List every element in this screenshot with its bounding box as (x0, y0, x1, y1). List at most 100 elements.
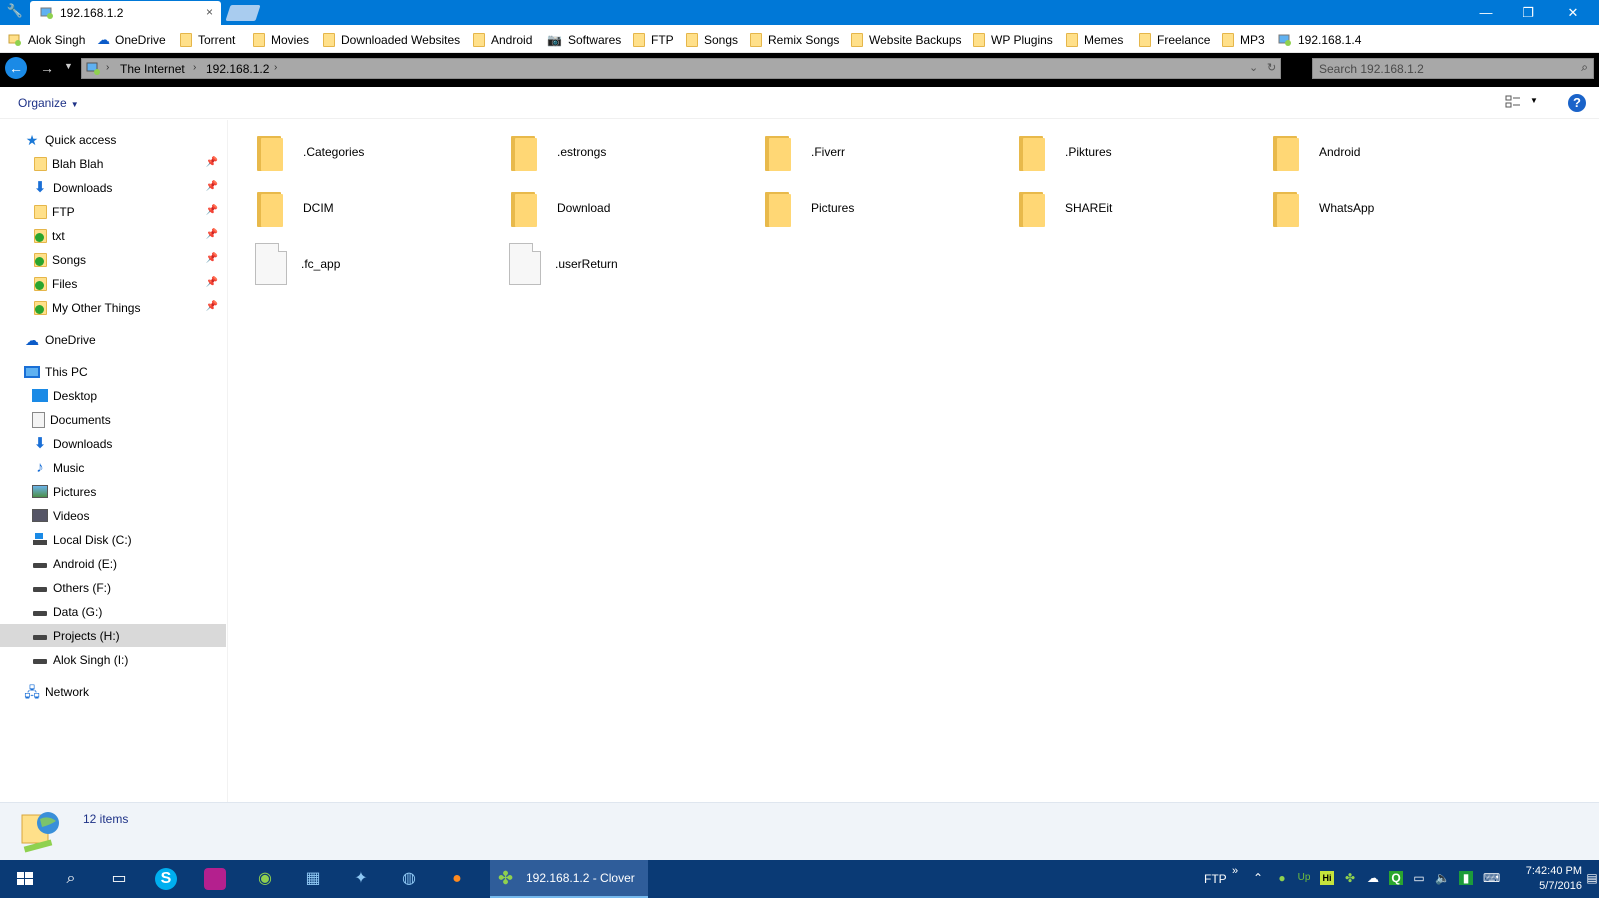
close-button[interactable]: ✕ (1550, 0, 1596, 25)
skype-icon[interactable]: S (155, 868, 177, 890)
nav-pc-item[interactable]: ♪ Music (0, 456, 226, 479)
globe-network-icon[interactable]: ◍ (396, 866, 422, 892)
nav-pc-item[interactable]: Android (E:) (0, 552, 226, 575)
tray-chevron-icon[interactable]: » (1232, 865, 1238, 877)
wrench-menu-icon[interactable]: 🔧 (4, 3, 26, 23)
folder-item[interactable]: Download (509, 184, 754, 232)
android-studio-icon[interactable]: ◉ (252, 866, 278, 892)
tray-ftp-label[interactable]: FTP (1204, 872, 1227, 886)
bookmark-freelance[interactable]: Freelance (1139, 31, 1210, 49)
bookmark-downloaded-websites[interactable]: Downloaded Websites (323, 31, 460, 49)
back-button[interactable]: ← (5, 57, 27, 79)
bookmark-onedrive[interactable]: ☁ OneDrive (97, 31, 166, 49)
firefox-icon[interactable]: ● (444, 866, 470, 892)
remote-desktop-icon[interactable]: ✦ (348, 866, 374, 892)
nav-onedrive[interactable]: ☁ OneDrive (0, 328, 226, 351)
bookmark-mp3[interactable]: MP3 (1222, 31, 1265, 49)
bookmark-wp-plugins[interactable]: WP Plugins (973, 31, 1053, 49)
file-item[interactable]: .fc_app (255, 240, 500, 288)
folder-item[interactable]: Pictures (763, 184, 1008, 232)
nav-pc-item[interactable]: Data (G:) (0, 600, 226, 623)
bookmark-192-168-1-4[interactable]: 192.168.1.4 (1278, 31, 1361, 49)
nav-pc-item[interactable]: Alok Singh (I:) (0, 648, 226, 671)
bookmark-softwares[interactable]: 📷 Softwares (547, 31, 621, 49)
network-status-icon[interactable]: ▭ (1412, 871, 1426, 885)
nav-quick-item[interactable]: Songs 📌 (0, 248, 226, 271)
volume-icon[interactable]: 🔈 (1435, 871, 1450, 885)
nav-pc-item-selected[interactable]: Projects (H:) (0, 624, 226, 647)
tray-onedrive-icon[interactable]: ☁ (1366, 871, 1380, 885)
action-center-icon[interactable]: ▤ (1585, 871, 1599, 885)
address-bar[interactable]: › The Internet › 192.168.1.2 › ⌄ ↻ (81, 58, 1281, 79)
new-tab-button[interactable] (225, 5, 261, 21)
address-dropdown-chevron-icon[interactable]: ⌄ (1249, 61, 1258, 74)
search-icon[interactable]: ⌕ (58, 866, 84, 892)
task-view-icon[interactable]: ▭ (106, 866, 132, 892)
app-icon[interactable] (204, 868, 226, 890)
nav-quick-item[interactable]: txt 📌 (0, 224, 226, 247)
pin-icon[interactable]: 📌 (206, 301, 218, 312)
folder-item[interactable]: WhatsApp (1271, 184, 1516, 232)
tray-android-icon[interactable]: ✤ (1343, 871, 1357, 885)
nav-pc-item[interactable]: ⬇ Downloads (0, 432, 226, 455)
nav-pc-item[interactable]: Documents (0, 408, 226, 431)
search-box[interactable]: ⌕ (1312, 58, 1594, 79)
nav-pc-item[interactable]: Others (F:) (0, 576, 226, 599)
tray-green-icon[interactable]: ▮ (1459, 871, 1473, 885)
search-icon[interactable]: ⌕ (1581, 60, 1588, 75)
nav-network[interactable]: 🖧 Network (0, 680, 226, 703)
windows-start-icon[interactable] (12, 866, 38, 892)
forward-button[interactable]: → (36, 57, 58, 79)
pin-icon[interactable]: 📌 (206, 181, 218, 192)
breadcrumb-separator-icon[interactable]: › (106, 62, 109, 73)
nav-quick-item[interactable]: FTP 📌 (0, 200, 226, 223)
folder-item[interactable]: .Categories (255, 128, 500, 176)
folder-item[interactable]: .Piktures (1017, 128, 1262, 176)
keyboard-icon[interactable]: ⌨ (1483, 871, 1500, 885)
organize-button[interactable]: Organize ▼ (18, 96, 79, 110)
pin-icon[interactable]: 📌 (206, 157, 218, 168)
breadcrumb-the-internet[interactable]: The Internet (120, 62, 185, 76)
pin-icon[interactable]: 📌 (206, 277, 218, 288)
folder-item[interactable]: .estrongs (509, 128, 754, 176)
show-hidden-icons-icon[interactable]: ⌃ (1251, 871, 1265, 885)
folder-item[interactable]: SHAREit (1017, 184, 1262, 232)
nav-pc-item[interactable]: Desktop (0, 384, 226, 407)
tray-upwork-icon[interactable]: Up (1297, 871, 1311, 885)
nav-quick-access[interactable]: ★ Quick access (0, 128, 226, 151)
folder-item[interactable]: .Fiverr (763, 128, 1008, 176)
tray-q-icon[interactable]: Q (1389, 871, 1403, 885)
nav-quick-item[interactable]: My Other Things 📌 (0, 296, 226, 319)
breadcrumb-separator-icon[interactable]: › (274, 62, 277, 73)
bookmark-memes[interactable]: Memes (1066, 31, 1123, 49)
bookmark-alok-singh[interactable]: Alok Singh (8, 31, 85, 49)
breadcrumb-separator-icon[interactable]: › (193, 62, 196, 73)
bookmark-ftp[interactable]: FTP (633, 31, 674, 49)
nav-quick-item[interactable]: Files 📌 (0, 272, 226, 295)
folder-item[interactable]: DCIM (255, 184, 500, 232)
nav-pc-item[interactable]: Pictures (0, 480, 226, 503)
search-input[interactable] (1319, 61, 1559, 76)
tab-192-168-1-2[interactable]: 192.168.1.2 × (30, 1, 221, 25)
change-view-icon[interactable] (1505, 95, 1521, 109)
pin-icon[interactable]: 📌 (206, 229, 218, 240)
clock[interactable]: 7:42:40 PM 5/7/2016 (1514, 864, 1582, 894)
bookmark-movies[interactable]: Movies (253, 31, 309, 49)
help-button[interactable]: ? (1568, 94, 1586, 112)
pin-icon[interactable]: 📌 (206, 205, 218, 216)
nav-this-pc[interactable]: This PC (0, 360, 226, 383)
restore-button[interactable]: ❐ (1505, 0, 1551, 25)
bookmark-songs[interactable]: Songs (686, 31, 738, 49)
folder-item[interactable]: Android (1271, 128, 1516, 176)
breadcrumb-192-168-1-2[interactable]: 192.168.1.2 (206, 62, 269, 76)
tray-leaf-icon[interactable]: ● (1275, 871, 1289, 885)
minimize-button[interactable]: — (1463, 0, 1509, 25)
recent-locations-chevron-icon[interactable]: ▼ (64, 61, 73, 71)
tray-app-icon[interactable]: Hi (1320, 871, 1334, 885)
view-options-chevron-icon[interactable]: ▼ (1530, 96, 1538, 105)
nav-quick-item[interactable]: ⬇ Downloads 📌 (0, 176, 226, 199)
nav-pc-item[interactable]: Local Disk (C:) (0, 528, 226, 551)
bookmark-torrent[interactable]: Torrent (180, 31, 235, 49)
file-item[interactable]: .userReturn (509, 240, 754, 288)
bookmark-remix-songs[interactable]: Remix Songs (750, 31, 839, 49)
